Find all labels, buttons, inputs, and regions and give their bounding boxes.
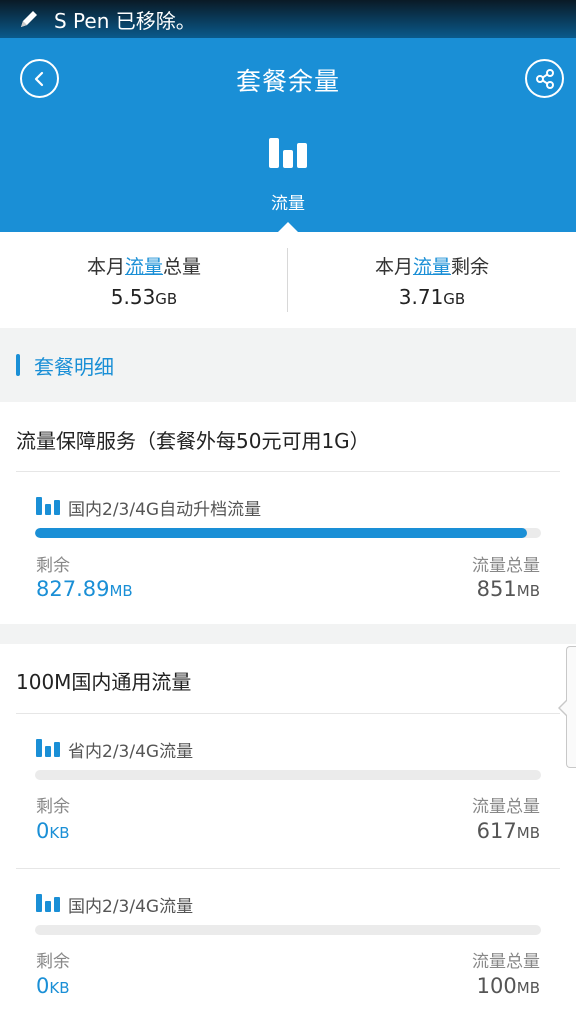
bar-chart-icon xyxy=(36,739,60,757)
item-name: 省内2/3/4G流量 xyxy=(68,742,194,762)
usage-item: 国内2/3/4G自动升档流量 剩余 流量总量 827.89MB 851MB xyxy=(0,471,576,624)
share-button[interactable] xyxy=(525,59,564,98)
section-title: 套餐明细 xyxy=(34,355,114,379)
package-card: 100M国内通用流量 省内2/3/4G流量 剩余 流量总量 0KB 617MB … xyxy=(0,644,576,1024)
package-detail-header: 套餐明细 xyxy=(0,334,576,396)
value-number: 0 xyxy=(36,974,50,998)
value-unit: MB xyxy=(516,582,540,600)
label-prefix: 本月 xyxy=(374,256,413,278)
value-unit: GB xyxy=(155,290,178,308)
usage-summary: 本月流量总量 5.53GB 本月流量剩余 3.71GB xyxy=(0,232,576,328)
label-suffix: 总量 xyxy=(163,256,202,278)
monthly-total-label: 本月流量总量 xyxy=(0,252,288,279)
bar-chart-icon xyxy=(36,497,60,515)
remaining-label: 剩余 xyxy=(36,952,70,972)
package-card: 流量保障服务（套餐外每50元可用1G） 国内2/3/4G自动升档流量 剩余 流量… xyxy=(0,402,576,624)
value-number: 0 xyxy=(36,819,50,843)
monthly-total: 本月流量总量 5.53GB xyxy=(0,252,288,309)
usage-item: 国内2/3/4G流量 剩余 流量总量 0KB 100MB xyxy=(0,868,576,1024)
share-icon xyxy=(535,68,554,89)
bar-chart-icon xyxy=(269,138,307,168)
remaining-label: 剩余 xyxy=(36,797,70,817)
monthly-remaining-value: 3.71GB xyxy=(288,285,576,309)
item-name: 国内2/3/4G自动升档流量 xyxy=(68,500,262,520)
value-number: 100 xyxy=(476,974,517,998)
value-number: 3.71 xyxy=(398,285,444,309)
remaining-value: 0KB xyxy=(36,819,70,843)
total-value: 617MB xyxy=(477,819,540,843)
value-number: 617 xyxy=(476,819,517,843)
progress-fill xyxy=(35,528,528,538)
label-prefix: 本月 xyxy=(86,256,125,278)
remaining-value: 0KB xyxy=(36,974,70,998)
value-number: 851 xyxy=(476,577,517,601)
usage-item: 省内2/3/4G流量 剩余 流量总量 0KB 617MB xyxy=(0,713,576,868)
value-unit: KB xyxy=(49,979,70,997)
value-unit: KB xyxy=(49,824,70,842)
total-value: 100MB xyxy=(477,974,540,998)
total-label: 流量总量 xyxy=(472,952,540,972)
progress-bar xyxy=(35,925,541,935)
chevron-inner xyxy=(560,701,567,715)
app-header: 套餐余量 流量 xyxy=(0,38,576,232)
tab-traffic[interactable]: 流量 xyxy=(0,189,576,214)
monthly-total-value: 5.53GB xyxy=(0,285,288,309)
item-name: 国内2/3/4G流量 xyxy=(68,897,194,917)
value-number: 5.53 xyxy=(110,285,156,309)
value-unit: MB xyxy=(516,824,540,842)
monthly-remaining: 本月流量剩余 3.71GB xyxy=(288,252,576,309)
total-label: 流量总量 xyxy=(472,556,540,576)
page-title: 套餐余量 xyxy=(235,67,340,96)
value-number: 827.89 xyxy=(36,577,110,601)
traffic-link[interactable]: 流量 xyxy=(413,256,451,278)
pen-icon xyxy=(21,11,37,27)
status-text: S Pen 已移除。 xyxy=(54,8,196,33)
edge-panel-handle[interactable] xyxy=(558,646,576,768)
monthly-remaining-label: 本月流量剩余 xyxy=(288,252,576,279)
status-bar: S Pen 已移除。 xyxy=(0,0,576,38)
total-label: 流量总量 xyxy=(472,797,540,817)
value-unit: MB xyxy=(516,979,540,997)
tab-indicator xyxy=(278,222,298,232)
value-unit: MB xyxy=(109,582,133,600)
remaining-label: 剩余 xyxy=(36,556,70,576)
label-suffix: 剩余 xyxy=(451,256,490,278)
remaining-value: 827.89MB xyxy=(36,577,133,601)
package-title: 100M国内通用流量 xyxy=(16,670,192,694)
section-marker xyxy=(16,354,20,376)
progress-bar xyxy=(35,770,541,780)
progress-bar xyxy=(35,528,541,538)
package-title: 流量保障服务（套餐外每50元可用1G） xyxy=(16,429,370,453)
traffic-link[interactable]: 流量 xyxy=(125,256,163,278)
value-unit: GB xyxy=(443,290,466,308)
bar-chart-icon xyxy=(36,894,60,912)
total-value: 851MB xyxy=(477,577,540,601)
